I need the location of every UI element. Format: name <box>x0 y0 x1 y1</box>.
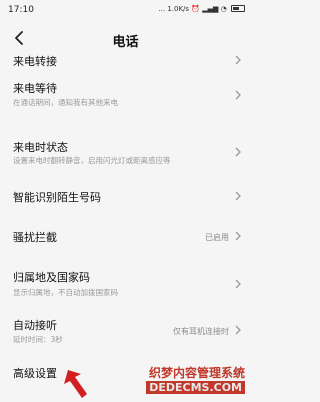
watermark-domain: DEDECMS.COM <box>146 381 245 394</box>
item-subtitle: 在通话期间，通知我有其他来电 <box>13 98 118 107</box>
chevron-right-icon <box>235 55 241 65</box>
setting-auto-answer[interactable]: 自动接听 延时时间：3秒 仅有耳机连接时 <box>0 308 251 348</box>
item-title: 自动接听 <box>13 319 57 332</box>
alarm-icon: ⏰ <box>191 5 201 13</box>
item-title: 来电等待 <box>13 82 57 95</box>
wifi-icon: ◔ <box>220 5 227 13</box>
status-icons: ... 1.0K/s ⏰ ▂▄▆ ◔ <box>158 5 245 13</box>
watermark-title: 织梦内容管理系统 <box>148 366 245 380</box>
item-subtitle: 延时时间：3秒 <box>13 335 63 344</box>
red-arrow-icon <box>64 370 87 398</box>
chevron-right-icon <box>235 325 241 335</box>
chevron-right-icon <box>235 191 241 201</box>
item-value: 仅有耳机连接时 <box>173 327 229 336</box>
chevron-right-icon <box>235 90 241 100</box>
item-subtitle: 设置来电时翻转静音，启用闪光灯或距离感应等 <box>13 156 171 165</box>
status-bar: 17:10 ... 1.0K/s ⏰ ▂▄▆ ◔ <box>0 0 251 22</box>
item-title: 智能识别陌生号码 <box>13 191 101 204</box>
item-title: 归属地及国家码 <box>13 271 90 284</box>
battery-icon <box>231 5 245 12</box>
setting-smart-unknown-number[interactable]: 智能识别陌生号码 <box>0 182 251 210</box>
item-title: 来电时状态 <box>13 141 68 154</box>
item-title: 骚扰拦截 <box>13 231 57 244</box>
network-speed: ... 1.0K/s <box>158 5 190 13</box>
setting-incoming-call-state[interactable]: 来电时状态 设置来电时翻转静音，启用闪光灯或距离感应等 <box>0 118 251 165</box>
item-title: 高级设置 <box>13 367 57 380</box>
setting-call-forwarding[interactable]: 来电转接 <box>0 48 251 70</box>
setting-call-waiting[interactable]: 来电等待 在通话期间，通知我有其他来电 <box>0 70 251 110</box>
chevron-right-icon <box>235 231 241 241</box>
setting-harassment-block[interactable]: 骚扰拦截 已启用 <box>0 222 251 250</box>
setting-location-country-code[interactable]: 归属地及国家码 显示归属地，不自动加拨国家码 <box>0 260 251 300</box>
item-title: 来电转接 <box>13 55 57 68</box>
item-subtitle: 显示归属地，不自动加拨国家码 <box>13 288 118 297</box>
status-time: 17:10 <box>8 5 34 15</box>
chevron-right-icon <box>235 147 241 157</box>
watermark: 织梦内容管理系统 DEDECMS.COM <box>118 360 251 402</box>
item-value: 已启用 <box>205 233 229 242</box>
chevron-right-icon <box>235 279 241 289</box>
signal-icon: ▂▄▆ <box>202 5 219 13</box>
